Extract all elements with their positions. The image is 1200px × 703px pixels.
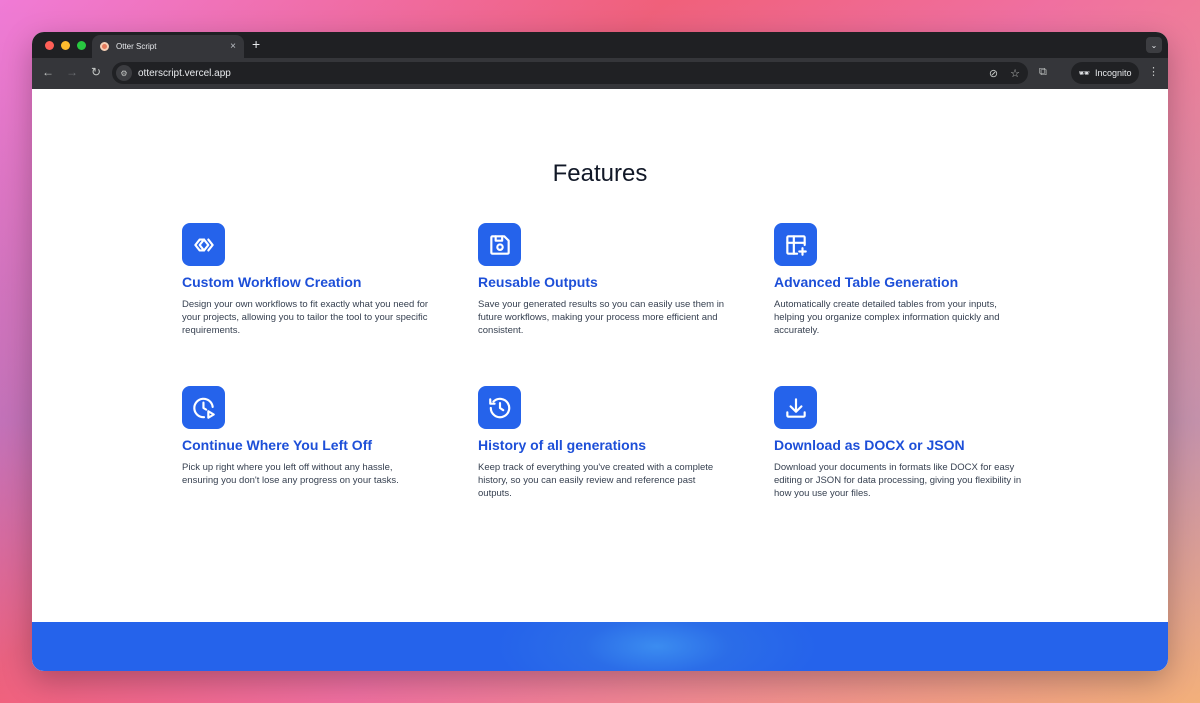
- more-menu-icon[interactable]: ⋮: [1148, 65, 1159, 78]
- download-icon: [774, 386, 817, 429]
- browser-toolbar: ← → ↻ ⚙ otterscript.vercel.app ⊘ ☆ ⧉ 🕶 I…: [32, 58, 1168, 89]
- feature-description: Automatically create detailed tables fro…: [774, 299, 1000, 337]
- eye-off-icon[interactable]: ⊘: [989, 67, 998, 80]
- footer-band: [32, 622, 1168, 671]
- extensions-puzzle-icon[interactable]: ⧉: [1039, 66, 1047, 79]
- page-title: Features: [552, 160, 648, 187]
- feature-title: History of all generations: [478, 437, 647, 453]
- feature-title: Reusable Outputs: [478, 274, 598, 290]
- history-icon: [478, 386, 521, 429]
- new-tab-button[interactable]: +: [252, 36, 260, 52]
- tab-close-icon[interactable]: ×: [230, 41, 236, 52]
- feature-title: Download as DOCX or JSON: [774, 437, 965, 453]
- feature-description: Download your documents in formats like …: [774, 462, 1022, 500]
- clock-play-icon: [182, 386, 225, 429]
- tab-search-chevron-icon[interactable]: ⌄: [1146, 37, 1162, 53]
- table-plus-icon: [774, 223, 817, 266]
- address-bar[interactable]: ⚙ otterscript.vercel.app ⊘ ☆: [112, 62, 1028, 84]
- feature-card: Advanced Table Generation Automatically …: [774, 223, 1022, 338]
- browser-tab[interactable]: Otter Script ×: [92, 35, 244, 58]
- otter-favicon-icon: [100, 42, 109, 51]
- feature-description: Pick up right where you left off without…: [182, 462, 399, 487]
- site-settings-icon[interactable]: ⚙: [116, 65, 132, 81]
- feature-title: Advanced Table Generation: [774, 274, 959, 290]
- incognito-badge[interactable]: 🕶 Incognito: [1071, 62, 1139, 84]
- url-text[interactable]: otterscript.vercel.app: [138, 68, 989, 79]
- tab-title: Otter Script: [116, 42, 157, 51]
- feature-card: Download as DOCX or JSON Download your d…: [774, 386, 1022, 501]
- maximize-window-button[interactable]: [77, 41, 86, 50]
- save-disk-icon: [478, 223, 521, 266]
- forward-arrow-icon[interactable]: →: [60, 65, 84, 79]
- reload-icon[interactable]: ↻: [84, 65, 108, 79]
- double-chevron-icon: [182, 223, 225, 266]
- minimize-window-button[interactable]: [61, 41, 70, 50]
- feature-description: Design your own workflows to fit exactly…: [182, 299, 429, 337]
- feature-card: History of all generations Keep track of…: [478, 386, 726, 501]
- back-arrow-icon[interactable]: ←: [36, 65, 60, 79]
- feature-description: Save your generated results so you can e…: [478, 299, 725, 337]
- browser-window: Otter Script × + ⌄ ← → ↻ ⚙ otterscript.v…: [32, 32, 1168, 671]
- page-content: Features Custom Workflow Creation Design…: [32, 89, 1168, 671]
- incognito-label: Incognito: [1094, 68, 1132, 78]
- incognito-icon: 🕶: [1078, 67, 1090, 78]
- feature-card: Continue Where You Left Off Pick up righ…: [182, 386, 430, 487]
- feature-title: Custom Workflow Creation: [182, 274, 362, 290]
- feature-card: Custom Workflow Creation Design your own…: [182, 223, 430, 338]
- browser-titlebar: Otter Script × + ⌄: [32, 32, 1168, 58]
- feature-card: Reusable Outputs Save your generated res…: [478, 223, 726, 338]
- feature-title: Continue Where You Left Off: [182, 437, 373, 453]
- feature-description: Keep track of everything you've created …: [478, 462, 714, 500]
- window-controls: [45, 41, 86, 50]
- close-window-button[interactable]: [45, 41, 54, 50]
- bookmark-star-icon[interactable]: ☆: [1010, 67, 1020, 80]
